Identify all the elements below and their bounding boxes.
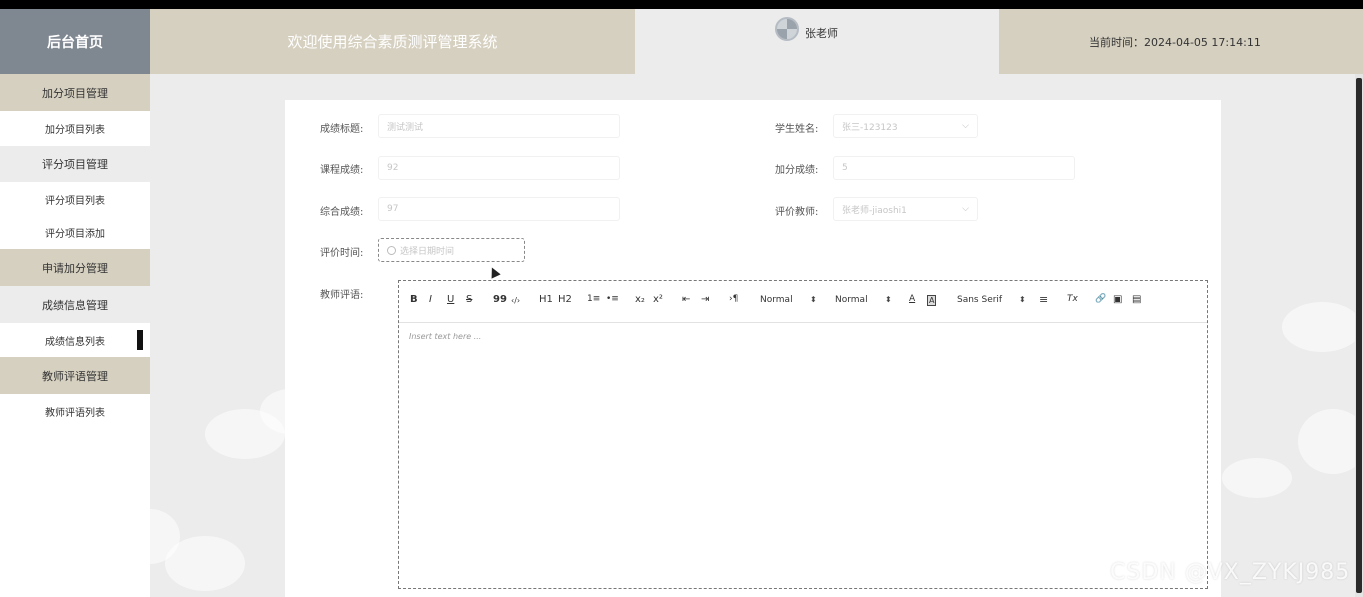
superscript-button[interactable]: x² bbox=[653, 294, 663, 305]
bg-bubble bbox=[1222, 458, 1292, 498]
editor-toolbar: B I U S 99 ‹/› H1 H2 1≡ •≡ x₂ x² ⇤ ⇥ ›¶ … bbox=[399, 281, 1207, 323]
bold-button[interactable]: B bbox=[410, 294, 418, 305]
header-select[interactable]: Normal ⬍ bbox=[835, 295, 895, 305]
scrollbar-thumb[interactable] bbox=[1356, 78, 1362, 593]
total-input[interactable]: 97 bbox=[378, 197, 620, 221]
course-input[interactable]: 92 bbox=[378, 156, 620, 180]
sidebar-item-bonus-list[interactable]: 加分项目列表 bbox=[0, 111, 150, 146]
sidebar-group-teacher-comments[interactable]: 教师评语管理 bbox=[0, 357, 150, 394]
sidebar: 加分项目管理 加分项目列表 评分项目管理 评分项目列表 评分项目添加 申请加分管… bbox=[0, 74, 150, 597]
bonus-input[interactable]: 5 bbox=[833, 156, 1075, 180]
align-button[interactable]: ≡ bbox=[1039, 293, 1048, 306]
watermark: CSDN @VX_ZYKJ985 bbox=[1110, 560, 1351, 585]
updown-arrow-icon: ⬍ bbox=[810, 295, 817, 304]
scrollbar[interactable] bbox=[1355, 74, 1363, 597]
user-name: 张老师 bbox=[805, 27, 838, 40]
sidebar-item-scoring-add[interactable]: 评分项目添加 bbox=[0, 216, 150, 249]
title-input[interactable]: 测试测试 bbox=[378, 114, 620, 138]
bullet-list-button[interactable]: •≡ bbox=[606, 294, 619, 304]
top-strip bbox=[0, 0, 1363, 9]
direction-button[interactable]: ›¶ bbox=[729, 294, 738, 304]
bg-bubble bbox=[1298, 409, 1355, 474]
sidebar-group-bonus-items[interactable]: 加分项目管理 bbox=[0, 74, 150, 111]
text-color-button[interactable]: A bbox=[909, 294, 915, 304]
student-label: 学生姓名: bbox=[775, 124, 819, 135]
bg-bubble bbox=[1282, 302, 1355, 352]
h1-button[interactable]: H1 bbox=[539, 294, 553, 305]
font-select[interactable]: Sans Serif ⬍ bbox=[957, 295, 1027, 305]
home-link[interactable]: 后台首页 bbox=[0, 9, 150, 74]
video-icon[interactable]: ▤ bbox=[1132, 294, 1141, 305]
sidebar-group-scoring-items[interactable]: 评分项目管理 bbox=[0, 146, 150, 182]
time-label: 评价时间: bbox=[320, 248, 364, 259]
teacher-select[interactable]: 张老师-jiaoshi1 ⌵ bbox=[833, 197, 978, 221]
sidebar-group-bonus-application[interactable]: 申请加分管理 bbox=[0, 249, 150, 286]
ordered-list-button[interactable]: 1≡ bbox=[587, 294, 600, 304]
teacher-select-value: 张老师-jiaoshi1 bbox=[842, 205, 907, 216]
total-label: 综合成绩: bbox=[320, 207, 364, 218]
code-button[interactable]: ‹/› bbox=[511, 296, 520, 305]
chevron-down-icon: ⌵ bbox=[962, 204, 969, 214]
subscript-button[interactable]: x₂ bbox=[635, 294, 645, 305]
comment-label: 教师评语: bbox=[320, 290, 364, 301]
sidebar-item-scoring-list[interactable]: 评分项目列表 bbox=[0, 182, 150, 216]
sidebar-item-comment-list[interactable]: 教师评语列表 bbox=[0, 394, 150, 428]
datetime-picker[interactable]: 选择日期时间 bbox=[378, 238, 525, 262]
header-select-value: Normal bbox=[835, 295, 868, 305]
italic-button[interactable]: I bbox=[429, 294, 432, 305]
sidebar-group-grade-info[interactable]: 成绩信息管理 bbox=[0, 286, 150, 323]
system-title: 欢迎使用综合素质测评管理系统 bbox=[150, 9, 635, 74]
blockquote-button[interactable]: 99 bbox=[493, 294, 507, 305]
datetime-placeholder: 选择日期时间 bbox=[400, 246, 455, 257]
outdent-button[interactable]: ⇤ bbox=[682, 294, 690, 305]
teacher-label: 评价教师: bbox=[775, 207, 819, 218]
size-select-value: Normal bbox=[760, 295, 793, 305]
font-select-value: Sans Serif bbox=[957, 295, 1003, 305]
image-icon[interactable]: ▣ bbox=[1113, 294, 1122, 305]
editor-placeholder[interactable]: Insert text here ... bbox=[409, 332, 481, 341]
underline-button[interactable]: U bbox=[447, 294, 454, 305]
rich-text-editor[interactable]: B I U S 99 ‹/› H1 H2 1≡ •≡ x₂ x² ⇤ ⇥ ›¶ … bbox=[398, 280, 1208, 589]
course-label: 课程成绩: bbox=[320, 165, 364, 176]
updown-arrow-icon: ⬍ bbox=[1019, 295, 1026, 304]
indent-button[interactable]: ⇥ bbox=[701, 294, 709, 305]
current-time: 当前时间：2024-04-05 17:14:11 bbox=[999, 9, 1363, 74]
sidebar-item-grade-list[interactable]: 成绩信息列表 bbox=[0, 323, 150, 357]
size-select[interactable]: Normal ⬍ bbox=[760, 295, 820, 305]
user-area: 张老师 bbox=[635, 9, 999, 74]
active-indicator bbox=[137, 330, 143, 350]
chevron-down-icon: ⌵ bbox=[962, 121, 969, 131]
student-select-value: 张三-123123 bbox=[842, 122, 898, 133]
student-select[interactable]: 张三-123123 ⌵ bbox=[833, 114, 978, 138]
link-icon[interactable]: 🔗 bbox=[1095, 294, 1106, 304]
h2-button[interactable]: H2 bbox=[558, 294, 572, 305]
background-color-button[interactable]: A bbox=[927, 295, 937, 306]
updown-arrow-icon: ⬍ bbox=[885, 295, 892, 304]
avatar[interactable] bbox=[775, 17, 799, 41]
clock-icon bbox=[387, 245, 396, 255]
title-label: 成绩标题: bbox=[320, 124, 364, 135]
strike-button[interactable]: S bbox=[466, 294, 472, 305]
clean-format-button[interactable]: Tx bbox=[1067, 294, 1078, 304]
bonus-label: 加分成绩: bbox=[775, 165, 819, 176]
